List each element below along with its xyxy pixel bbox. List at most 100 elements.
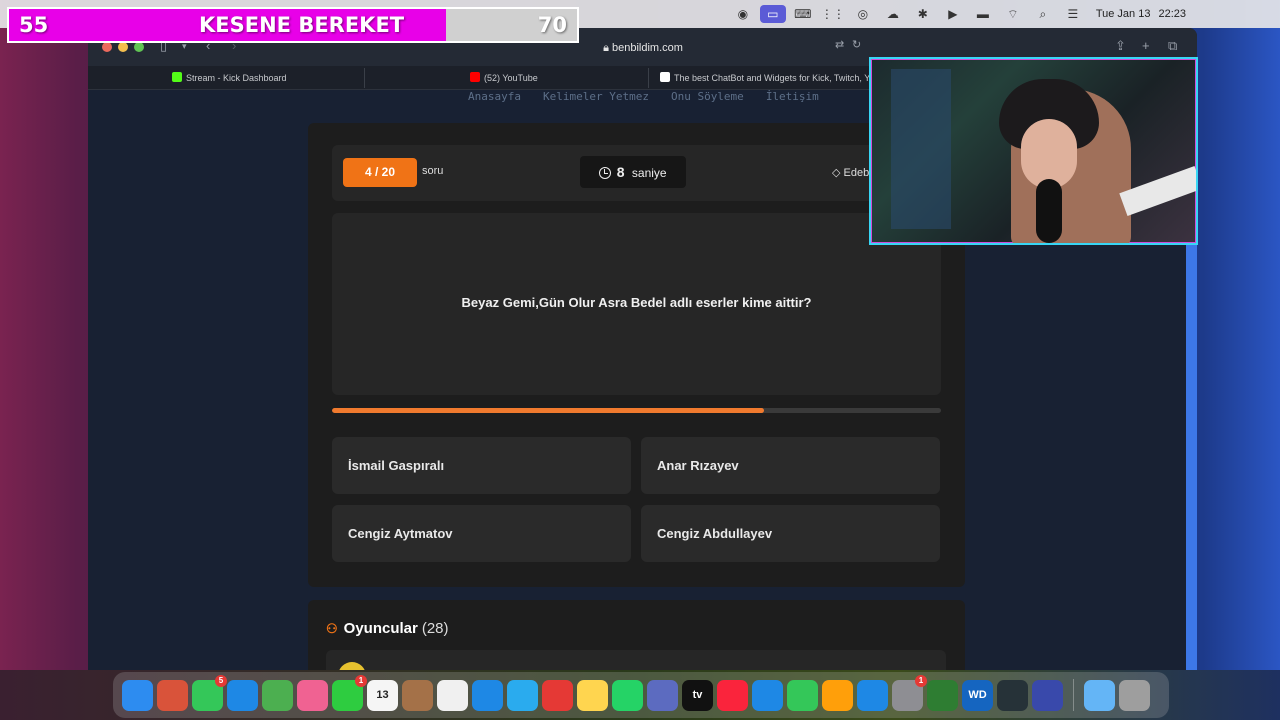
question-counter-badge: 4 / 20 [343, 158, 417, 187]
webcam-microphone [1036, 179, 1062, 243]
notification-badge: 1 [355, 674, 367, 687]
quiz-status-bar: 4 / 20 soru 8 saniye ◇ Edeb [332, 145, 941, 201]
timer-unit: saniye [631, 166, 667, 180]
screen-record-icon[interactable]: ◉ [728, 7, 758, 21]
question-counter-label: soru [422, 165, 444, 177]
search-icon[interactable]: ⌕ [1028, 7, 1058, 22]
dock-screen-capture-icon[interactable] [1032, 679, 1063, 711]
grid-icon[interactable]: ⋮⋮ [818, 7, 848, 21]
dock-freeform-icon[interactable] [647, 679, 678, 711]
dock-icon-label: tv [692, 689, 703, 701]
dock-separator [1073, 679, 1074, 711]
time-progress-fill [332, 408, 765, 413]
answer-option-4[interactable]: Cengiz Abdullayev [641, 505, 940, 562]
countdown-timer: 8 saniye [580, 156, 686, 188]
reload-icon[interactable]: ↻ [852, 38, 861, 51]
quiz-card: 4 / 20 soru 8 saniye ◇ Edeb Beyaz Gemi,G… [308, 123, 965, 587]
dock-safari-icon[interactable] [472, 679, 503, 711]
dock-facetime-icon[interactable]: 1 [332, 674, 367, 711]
chatbot-favicon-icon [660, 72, 670, 82]
url-text: benbildim.com [612, 42, 683, 54]
answer-option-2[interactable]: Anar Rızayev [641, 437, 940, 494]
dock-system-settings-icon[interactable]: 1 [892, 674, 927, 711]
dock-tv-icon[interactable]: tv [682, 679, 713, 711]
webcam-mic-arm [1119, 166, 1196, 216]
nav-link-contact[interactable]: İletişim [766, 90, 819, 106]
share-icon[interactable]: ⇪ [1115, 38, 1126, 54]
tab-youtube[interactable]: (52) YouTube [470, 66, 660, 90]
dock-icon-label: WD [968, 689, 987, 701]
bluetooth-icon[interactable]: ✱ [908, 7, 938, 21]
stream-goal-counter: 55 KESENE BEREKET 70 [7, 7, 579, 43]
nav-link-kelimeler-yetmez[interactable]: Kelimeler Yetmez [543, 90, 649, 106]
tab-kick-dashboard[interactable]: Stream - Kick Dashboard [172, 66, 362, 90]
dock-icon-label: 13 [376, 689, 389, 701]
cloud-icon[interactable]: ☁ [878, 7, 908, 21]
translate-icon[interactable]: ⇄ [835, 38, 844, 51]
menu-bar-date[interactable]: Tue Jan 13 [1096, 8, 1151, 20]
nav-link-home[interactable]: Anasayfa [468, 90, 521, 106]
dock-photos-icon[interactable] [297, 679, 328, 711]
close-window-button[interactable] [102, 42, 112, 52]
dock-wd-discovery-icon[interactable]: WD [962, 679, 993, 711]
dock-launchpad-icon[interactable] [157, 679, 188, 711]
webcam-overlay [869, 57, 1198, 245]
dock-chrome-icon[interactable] [542, 679, 573, 711]
dock-trash-icon[interactable] [1119, 679, 1150, 711]
wifi-icon[interactable]: ⌔ [998, 7, 1028, 22]
minimize-window-button[interactable] [118, 42, 128, 52]
dock-telegram-icon[interactable] [507, 679, 538, 711]
dock-xcode-icon[interactable] [927, 679, 958, 711]
dock-keynote-icon[interactable] [752, 679, 783, 711]
tab-title: Stream - Kick Dashboard [186, 73, 287, 83]
goal-title: KESENE BEREKET [199, 13, 405, 37]
site-navigation: Anasayfa Kelimeler Yetmez Onu Söyleme İl… [468, 90, 819, 106]
dock-whatsapp-icon[interactable] [612, 679, 643, 711]
answer-option-1[interactable]: İsmail Gaspıralı [332, 437, 631, 494]
control-center-icon[interactable]: ☰ [1058, 7, 1088, 21]
timer-value: 8 [616, 164, 625, 180]
tag-icon: ◇ [832, 167, 844, 179]
menu-bar-time[interactable]: 22:23 [1158, 8, 1186, 20]
answer-option-3[interactable]: Cengiz Aytmatov [332, 505, 631, 562]
users-icon: ⚇ [326, 621, 338, 636]
dock-messages-icon[interactable]: 5 [192, 674, 227, 711]
new-tab-icon[interactable]: + [1142, 38, 1150, 53]
macos-dock: 5 1 13 tv 1 WD [113, 672, 1169, 718]
players-title: Oyuncular [343, 620, 418, 637]
goal-target-value: 70 [537, 13, 567, 37]
category-label: Edeb [843, 167, 870, 179]
keyboard-icon[interactable]: ⌨ [788, 7, 818, 21]
question-text: Beyaz Gemi,Gün Olur Asra Bedel adlı eser… [461, 295, 812, 310]
screen-share-icon[interactable]: ▭ [759, 5, 786, 23]
nav-link-onu-soyleme[interactable]: Onu Söyleme [671, 90, 744, 106]
play-icon[interactable]: ▶ [938, 7, 968, 21]
dock-numbers-icon[interactable] [787, 679, 818, 711]
webcam-bookshelf [891, 69, 951, 229]
dock-pages-icon[interactable] [822, 679, 853, 711]
players-panel: ⚇ Oyuncular (28) [308, 600, 965, 670]
tab-title: The best ChatBot and Widgets for Kick, T… [674, 73, 872, 83]
tab-chatbot[interactable]: The best ChatBot and Widgets for Kick, T… [660, 66, 872, 90]
dock-maps-icon[interactable] [262, 679, 293, 711]
dock-finder-icon[interactable] [122, 679, 153, 711]
time-progress-bar [332, 408, 941, 413]
app-icon[interactable]: ◎ [848, 7, 878, 21]
players-heading: ⚇ Oyuncular (28) [326, 620, 449, 637]
notification-badge: 5 [215, 674, 227, 687]
dock-music-icon[interactable] [717, 679, 748, 711]
clock-icon [599, 167, 612, 179]
notification-badge: 1 [915, 674, 927, 687]
dock-calendar-icon[interactable]: 13 [367, 679, 398, 711]
tab-overview-icon[interactable]: ⧉ [1168, 38, 1177, 54]
kick-favicon-icon [172, 72, 182, 82]
zoom-window-button[interactable] [134, 42, 144, 52]
dock-app-store-icon[interactable] [857, 679, 888, 711]
dock-reminders-icon[interactable] [437, 679, 468, 711]
dock-downloads-folder-icon[interactable] [1084, 679, 1115, 711]
dock-mail-icon[interactable] [227, 679, 258, 711]
dock-obs-icon[interactable] [997, 679, 1028, 711]
dock-notes-icon[interactable] [577, 679, 608, 711]
battery-icon[interactable]: ▬ [968, 7, 998, 21]
dock-contacts-icon[interactable] [402, 679, 433, 711]
